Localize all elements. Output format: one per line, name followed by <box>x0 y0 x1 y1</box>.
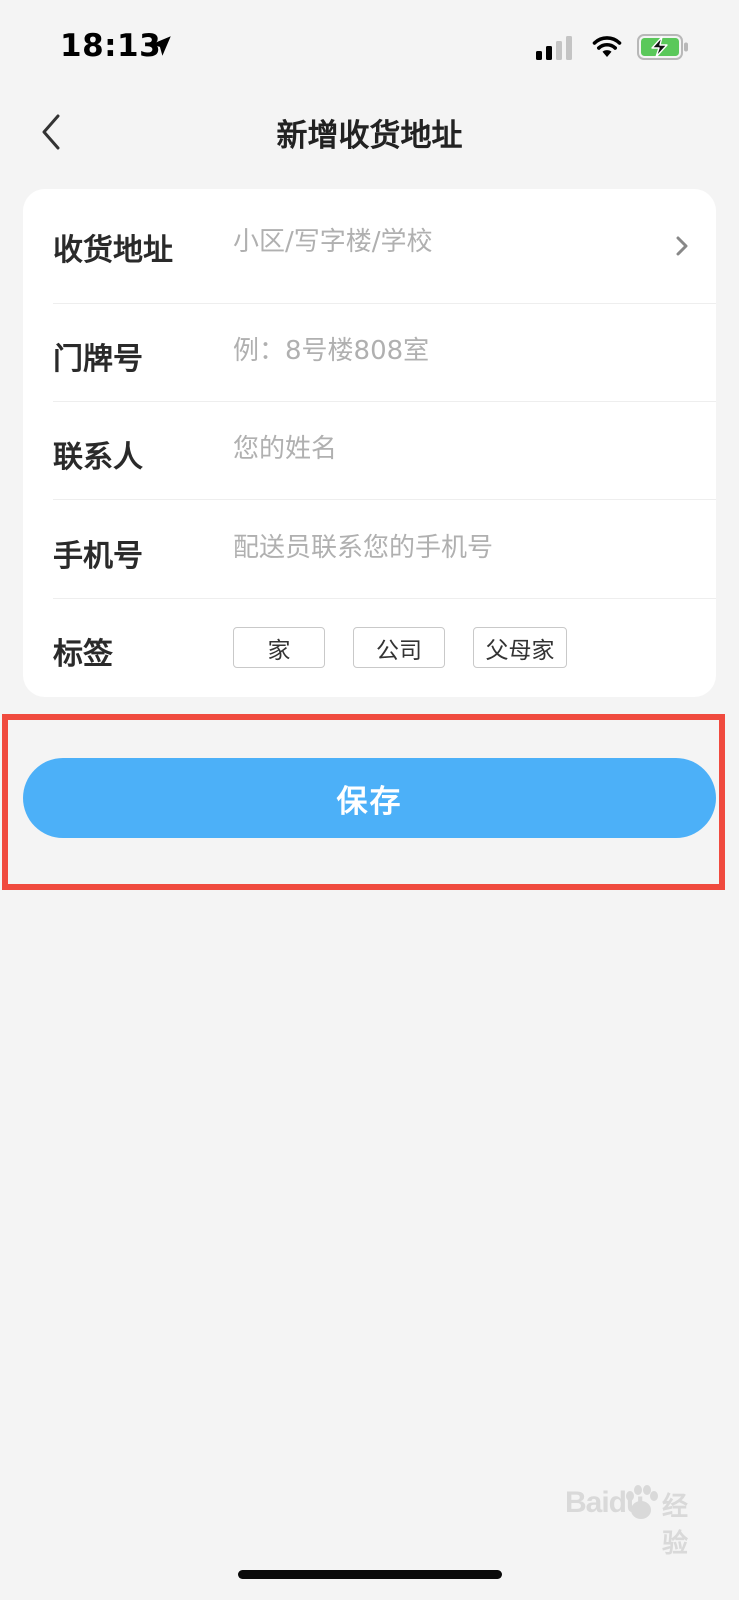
contact-name-input[interactable] <box>233 434 663 464</box>
status-time: 18:13 <box>60 28 162 64</box>
address-input[interactable] <box>233 227 663 257</box>
cellular-signal-icon <box>536 36 572 60</box>
door-number-label: 门牌号 <box>53 342 143 377</box>
tag-company[interactable]: 公司 <box>353 627 445 668</box>
location-arrow-icon <box>151 36 171 56</box>
form-row-contact: 联系人 <box>53 402 716 500</box>
paw-icon <box>626 1485 658 1519</box>
watermark-cn: 经验 <box>662 1491 689 1558</box>
tag-home[interactable]: 家 <box>233 627 325 668</box>
form-row-phone: 手机号 <box>53 500 716 599</box>
tag-group: 家 公司 父母家 <box>233 627 567 668</box>
chevron-right-icon <box>676 236 688 256</box>
contact-label: 联系人 <box>53 440 143 475</box>
baidu-jingyan-watermark: Baidu 经验 <box>565 1482 705 1558</box>
battery-charging-icon <box>637 34 688 60</box>
form-row-door-number: 门牌号 <box>53 304 716 402</box>
form-row-tags: 标签 家 公司 父母家 <box>53 599 716 697</box>
save-button[interactable]: 保存 <box>23 758 716 838</box>
home-indicator[interactable] <box>238 1570 502 1579</box>
phone-label: 手机号 <box>53 539 143 574</box>
tag-parents-home[interactable]: 父母家 <box>473 627 567 668</box>
door-number-input[interactable] <box>233 336 663 366</box>
nav-bar: 新增收货地址 <box>0 96 739 168</box>
wifi-icon <box>592 36 622 57</box>
page-title: 新增收货地址 <box>276 118 463 154</box>
address-form-card: 收货地址 门牌号 联系人 手机号 标签 家 公司 父母家 <box>23 189 716 697</box>
tags-label: 标签 <box>53 637 113 672</box>
address-label: 收货地址 <box>53 233 173 268</box>
status-bar: 18:13 <box>0 0 739 96</box>
form-row-address[interactable]: 收货地址 <box>53 189 716 304</box>
phone-input[interactable] <box>233 533 663 563</box>
